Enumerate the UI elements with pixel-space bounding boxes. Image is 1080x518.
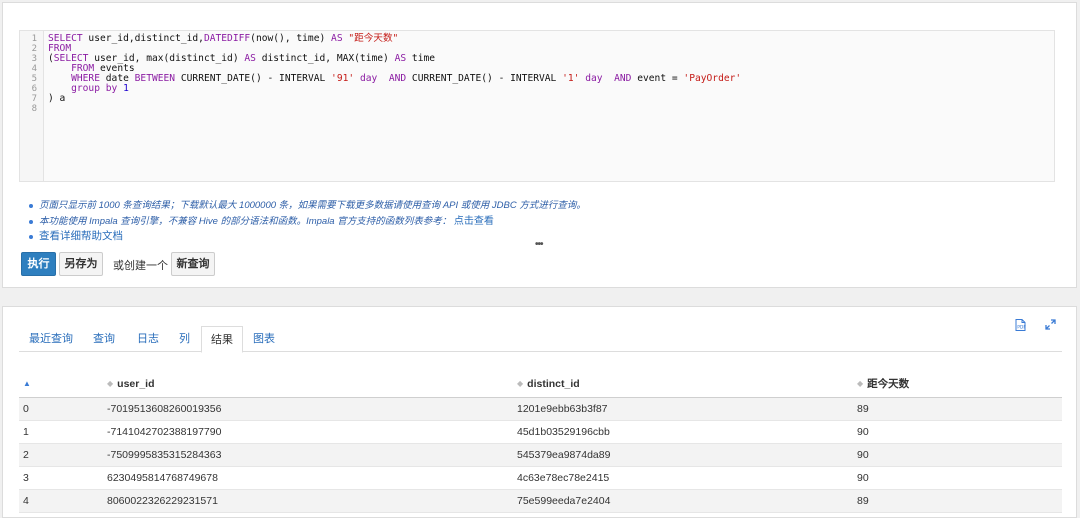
help-docs-link[interactable]: 查看详细帮助文档 [39,230,123,242]
sort-icon[interactable]: ◆ [107,379,113,388]
table-cell: 3 [19,466,107,490]
table-cell: 90 [857,443,1062,467]
line-number: 5 [31,74,37,84]
sql-editor[interactable]: 12345678 SELECT user_id,distinct_id,DATE… [19,30,1055,182]
table-header-row: ▲ ◆ user_id ◆ distinct_id ◆ 距今天数 [19,371,1062,398]
line-number: 4 [31,64,37,74]
table-cell: 90 [857,420,1062,444]
more-icon[interactable]: ••• [535,239,543,250]
table-cell: 89 [857,489,1062,513]
note-impala: 本功能使用 Impala 查询引擎，不兼容 Hive 的部分语法和函数。Impa… [27,214,586,230]
table-row[interactable]: 1 -7141042702388197790 45d1b03529196cbb 90 [19,420,1062,444]
table-cell: 2 [19,443,107,467]
table-cell: 0 [19,397,107,421]
line-number: 3 [31,54,37,64]
header-distinct-id[interactable]: ◆ distinct_id [517,371,857,398]
table-cell: 8060022326229231571 [107,489,517,513]
sort-icon[interactable]: ◆ [517,379,523,388]
query-editor-panel: 12345678 SELECT user_id,distinct_id,DATE… [2,2,1077,288]
table-cell: 6230495814768749678 [107,466,517,490]
table-row[interactable]: 2 -7509995835315284363 545379ea9874da89 90 [19,443,1062,467]
table-cell: 4 [19,489,107,513]
tab-columns[interactable]: 列 [179,326,190,353]
line-number: 6 [31,84,37,94]
view-functions-link[interactable]: 点击查看 [454,216,494,227]
header-days[interactable]: ◆ 距今天数 [857,371,1062,398]
line-number: 7 [31,94,37,104]
tab-results[interactable]: 结果 [201,326,243,353]
tab-chart[interactable]: 图表 [253,326,275,353]
results-table: ▲ ◆ user_id ◆ distinct_id ◆ 距今天数 0 -70195136… [19,371,1062,513]
note-result-limit: 页面只显示前 1000 条查询结果；下载默认最大 1000000 条，如果需要下… [27,198,586,214]
table-cell: 89 [857,397,1062,421]
table-row[interactable]: 4 8060022326229231571 75e599eeda7e2404 89 [19,489,1062,513]
new-query-button[interactable]: 新查询 [171,252,215,276]
sql-code[interactable]: SELECT user_id,distinct_id,DATEDIFF(now(… [48,34,741,104]
table-cell: -7141042702388197790 [107,420,517,444]
table-cell: 4c63e78ec78e2415 [517,466,857,490]
line-number-gutter: 12345678 [20,31,44,181]
table-cell: -7019513608260019356 [107,397,517,421]
table-cell: 545379ea9874da89 [517,443,857,467]
table-cell: 1 [19,420,107,444]
table-row[interactable]: 0 -7019513608260019356 1201e9ebb63b3f87 89 [19,397,1062,421]
note-help: 查看详细帮助文档 [27,229,586,245]
table-cell: -7509995835315284363 [107,443,517,467]
tab-recent-queries[interactable]: 最近查询 [29,326,73,353]
line-number: 8 [31,104,37,114]
header-user-id[interactable]: ◆ user_id [107,371,517,398]
run-button[interactable]: 执行 [21,252,56,276]
sort-icon[interactable]: ◆ [857,380,863,388]
tab-log[interactable]: 日志 [137,326,159,353]
table-cell: 45d1b03529196cbb [517,420,857,444]
note-impala-text: 本功能使用 Impala 查询引擎，不兼容 Hive 的部分语法和函数。Impa… [39,215,452,227]
tab-query[interactable]: 查询 [93,326,115,353]
table-cell: 1201e9ebb63b3f87 [517,397,857,421]
notes-list: 页面只显示前 1000 条查询结果；下载默认最大 1000000 条，如果需要下… [27,198,586,245]
line-number: 1 [31,34,37,44]
table-row[interactable]: 3 6230495814768749678 4c63e78ec78e2415 90 [19,466,1062,490]
sort-asc-icon[interactable]: ▲ [23,379,31,388]
table-cell: 90 [857,466,1062,490]
save-as-button[interactable]: 另存为 [59,252,103,276]
header-index[interactable]: ▲ [19,371,107,398]
or-create-label: 或创建一个 [113,260,168,272]
results-panel: PDF 最近查询 查询 日志 列 结果 图表 ▲ ◆ user_id ◆ disti… [2,306,1077,518]
result-tabs: 最近查询 查询 日志 列 结果 图表 [19,326,1062,353]
line-number: 2 [31,44,37,54]
table-cell: 75e599eeda7e2404 [517,489,857,513]
